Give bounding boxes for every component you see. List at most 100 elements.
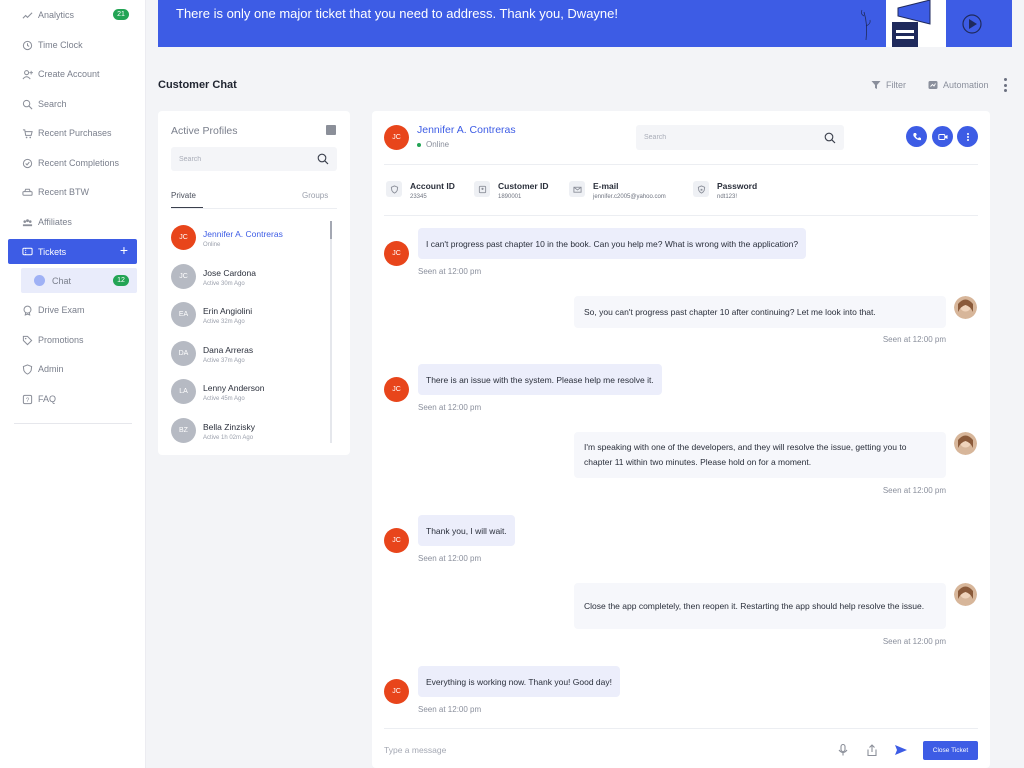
page-title: Customer Chat: [158, 79, 237, 91]
sidebar-item-affiliates[interactable]: Affiliates: [8, 210, 137, 234]
profile-status: Active 1h 02m Ago: [203, 435, 254, 441]
more-vertical-icon: [966, 132, 969, 141]
cart-icon: [22, 128, 33, 139]
profile-item[interactable]: JC Jennifer A. Contreras Online: [171, 225, 321, 253]
message-bubble-customer: There is an issue with the system. Pleas…: [418, 364, 662, 395]
sidebar-item-faq[interactable]: ? FAQ: [8, 387, 137, 411]
active-profiles-panel: Active Profiles Private Groups JC Jennif…: [158, 111, 350, 455]
message-seen: Seen at 12:00 pm: [882, 335, 946, 344]
sidebar: Analytics 21 Time Clock Create Account S…: [0, 0, 146, 768]
share-icon[interactable]: [865, 743, 879, 757]
sidebar-item-search[interactable]: Search: [8, 92, 137, 116]
customer-avatar: JC: [384, 241, 409, 266]
avatar: JC: [171, 225, 196, 250]
filter-icon: [871, 81, 881, 89]
profiles-scrollbar[interactable]: [330, 221, 332, 443]
video-call-button[interactable]: [932, 126, 953, 147]
shield-icon: [22, 363, 33, 375]
profiles-scrollbar-thumb[interactable]: [330, 221, 332, 239]
chart-line-icon: [22, 10, 33, 21]
online-dot-icon: [417, 142, 421, 147]
profile-status: Active 45m Ago: [203, 396, 245, 402]
sidebar-item-create-account[interactable]: Create Account: [8, 62, 137, 86]
people-icon: [22, 217, 33, 228]
customer-avatar: JC: [384, 528, 409, 553]
sidebar-item-time-clock[interactable]: Time Clock: [8, 33, 137, 57]
automation-button[interactable]: Automation: [928, 80, 989, 90]
add-ticket-icon[interactable]: +: [120, 243, 128, 257]
search-icon[interactable]: [824, 132, 836, 144]
avatar: LA: [171, 379, 196, 404]
profile-item[interactable]: JC Jose Cardona Active 30m Ago: [171, 264, 321, 292]
tab-private[interactable]: Private: [171, 191, 196, 200]
sidebar-item-recent-completions[interactable]: Recent Completions: [8, 151, 137, 175]
send-icon[interactable]: [894, 743, 908, 757]
message-seen: Seen at 12:00 pm: [418, 403, 482, 412]
tag-icon: [22, 335, 33, 346]
search-icon: [22, 99, 33, 110]
sidebar-item-recent-btw[interactable]: Recent BTW: [8, 180, 137, 204]
user-card-icon: [474, 181, 490, 197]
profile-status: Active 32m Ago: [203, 319, 245, 325]
announcement-banner: There is only one major ticket that you …: [158, 0, 1012, 47]
tab-active-indicator: [171, 207, 203, 208]
message-bubble-customer: I can't progress past chapter 10 in the …: [418, 228, 807, 259]
message-seen: Seen at 12:00 pm: [418, 705, 482, 714]
sidebar-item-tickets[interactable]: Tickets +: [8, 239, 137, 264]
message-seen: Seen at 12:00 pm: [882, 486, 946, 495]
profile-item[interactable]: BZ Bella Zinzisky Active 1h 02m Ago: [171, 418, 321, 446]
id-badge-icon: [386, 181, 402, 197]
automation-icon: [928, 81, 938, 89]
profiles-title: Active Profiles: [171, 125, 238, 137]
divider: [384, 164, 978, 165]
sidebar-item-promotions[interactable]: Promotions: [8, 328, 137, 352]
profile-status: Online: [203, 242, 221, 248]
microphone-icon[interactable]: [836, 743, 850, 757]
profile-item[interactable]: LA Lenny Anderson Active 45m Ago: [171, 379, 321, 407]
search-icon[interactable]: [317, 153, 329, 165]
tab-groups[interactable]: Groups: [302, 191, 328, 200]
question-icon: ?: [22, 394, 33, 405]
ticket-icon: [22, 246, 33, 257]
message-input[interactable]: [384, 745, 684, 755]
sidebar-subitem-chat[interactable]: Chat 12: [21, 268, 137, 293]
analytics-badge: 21: [113, 9, 129, 20]
sidebar-divider: [14, 423, 132, 424]
profile-status: Active 37m Ago: [203, 358, 245, 364]
avatar: JC: [171, 264, 196, 289]
tab-divider: [171, 208, 337, 209]
sidebar-item-recent-purchases[interactable]: Recent Purchases: [8, 121, 137, 145]
contact-avatar: JC: [384, 125, 409, 150]
filter-button[interactable]: Filter: [871, 80, 906, 90]
chat-more-button[interactable]: [957, 126, 978, 147]
message-bubble-agent: I'm speaking with one of the developers,…: [574, 432, 946, 478]
profiles-search-input[interactable]: [171, 147, 337, 171]
profile-item[interactable]: DA Dana Arreras Active 37m Ago: [171, 341, 321, 369]
chat-search-input[interactable]: [636, 125, 844, 150]
profile-name: Erin Angiolini: [203, 306, 253, 316]
profile-name: Bella Zinzisky: [203, 422, 255, 432]
check-circle-icon: [22, 158, 33, 169]
add-user-icon: [22, 69, 33, 80]
agent-avatar: [954, 296, 977, 319]
sidebar-item-drive-exam[interactable]: Drive Exam: [8, 298, 137, 322]
profile-name: Lenny Anderson: [203, 383, 265, 393]
sidebar-item-admin[interactable]: Admin: [8, 357, 137, 381]
message-seen: Seen at 12:00 pm: [882, 637, 946, 646]
video-camera-icon: [937, 133, 947, 140]
contact-status: Online: [417, 140, 449, 149]
voice-call-button[interactable]: [906, 126, 927, 147]
message-seen: Seen at 12:00 pm: [418, 554, 482, 563]
edit-icon[interactable]: [326, 125, 336, 135]
chat-bubble-icon: [34, 275, 45, 286]
avatar: EA: [171, 302, 196, 327]
chat-badge: 12: [113, 275, 129, 286]
contact-name[interactable]: Jennifer A. Contreras: [417, 124, 516, 136]
close-ticket-button[interactable]: Close Ticket: [923, 741, 978, 760]
message-bubble-customer: Everything is working now. Thank you! Go…: [418, 666, 620, 697]
megaphone-illustration: [860, 0, 982, 47]
profile-item[interactable]: EA Erin Angiolini Active 32m Ago: [171, 302, 321, 330]
sidebar-item-analytics[interactable]: Analytics 21: [8, 3, 137, 27]
avatar: BZ: [171, 418, 196, 443]
more-options-icon[interactable]: [1002, 78, 1008, 92]
